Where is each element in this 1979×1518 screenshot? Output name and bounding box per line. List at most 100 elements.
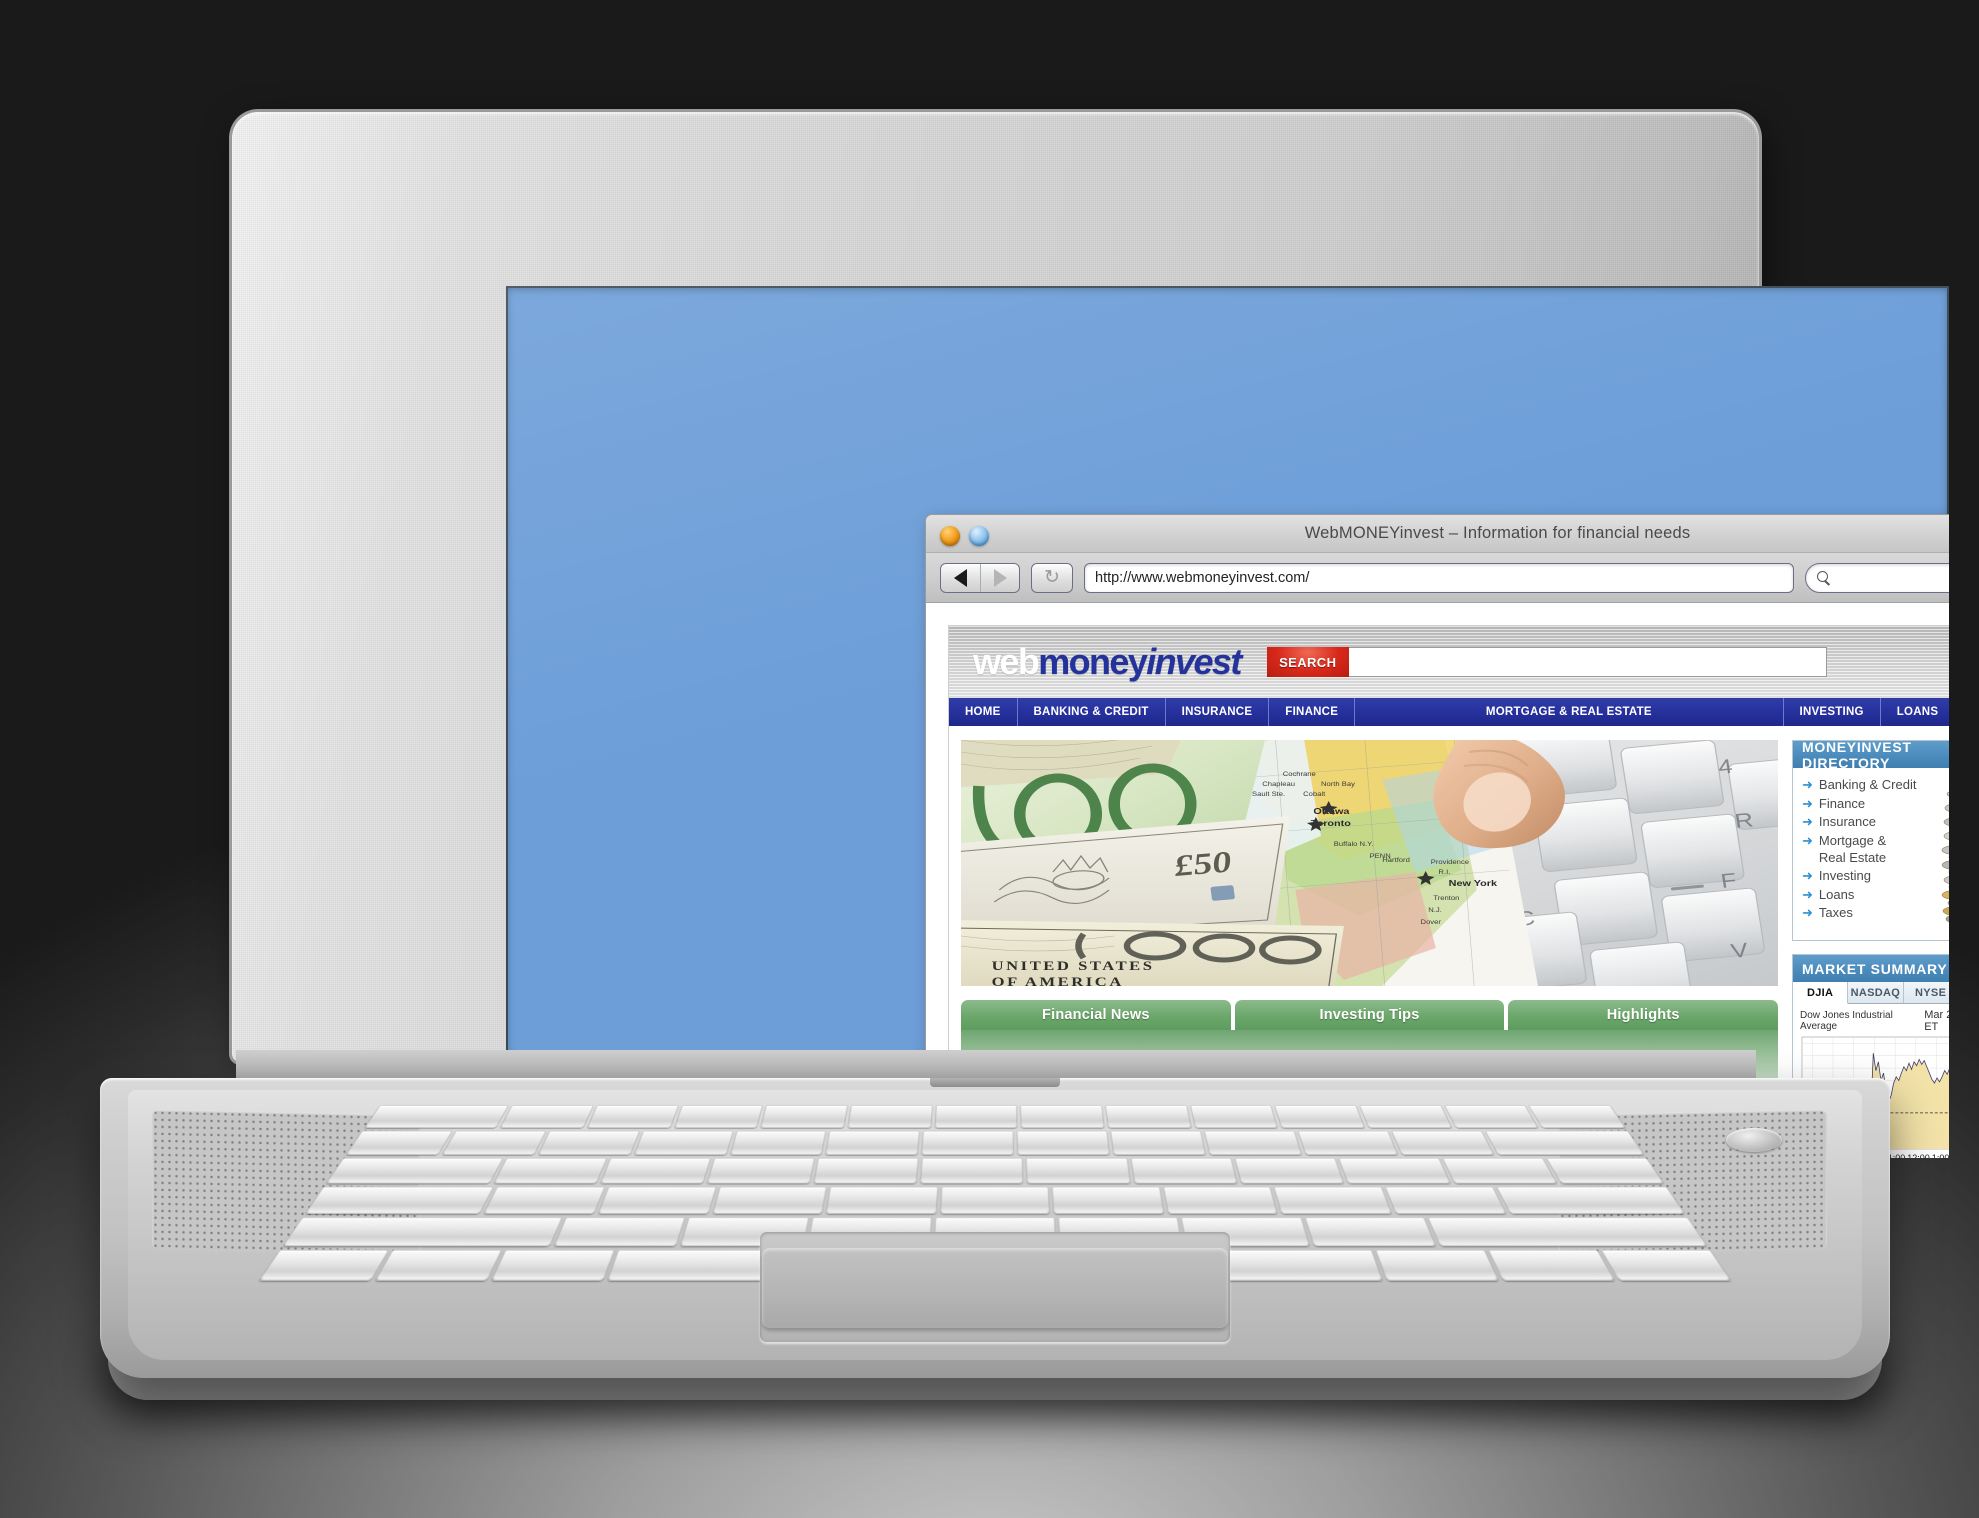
key[interactable]	[1297, 1130, 1399, 1155]
tab-financial-news[interactable]: Financial News	[961, 1000, 1231, 1030]
key[interactable]	[1359, 1105, 1453, 1128]
key[interactable]	[825, 1186, 938, 1214]
command-key[interactable]	[491, 1249, 616, 1281]
key[interactable]	[825, 1130, 921, 1155]
key[interactable]	[493, 1157, 608, 1184]
key[interactable]	[711, 1186, 828, 1214]
directory-item-banking-credit[interactable]: ➜ Banking & Credit	[1802, 777, 1937, 794]
key[interactable]	[441, 1130, 547, 1155]
option-key-right[interactable]	[1487, 1249, 1616, 1281]
site-logo[interactable]: webmoneyinvest	[973, 641, 1242, 683]
tab-djia[interactable]: DJIA	[1793, 982, 1849, 1004]
key[interactable]	[483, 1186, 606, 1214]
browser-titlebar: WebMONEYinvest – Information for financi…	[926, 515, 1949, 553]
key[interactable]	[1441, 1157, 1558, 1184]
directory-item-investing[interactable]: ➜ Investing	[1802, 868, 1937, 885]
browser-search-box[interactable]	[1805, 562, 1949, 593]
key[interactable]	[1110, 1130, 1207, 1155]
key[interactable]	[1189, 1105, 1279, 1128]
key[interactable]	[1130, 1157, 1238, 1184]
svg-text:UNITED STATES: UNITED STATES	[992, 960, 1155, 974]
key[interactable]	[1162, 1186, 1279, 1214]
nav-item-banking-credit[interactable]: BANKING & CREDIT	[1018, 698, 1166, 726]
nav-item-finance[interactable]: FINANCE	[1269, 698, 1356, 726]
key[interactable]	[706, 1157, 816, 1184]
key[interactable]	[673, 1105, 764, 1128]
command-key-right[interactable]	[1374, 1249, 1499, 1281]
key[interactable]	[1020, 1105, 1105, 1128]
nav-item-loans[interactable]: LOANS	[1881, 698, 1949, 726]
nav-item-investing[interactable]: INVESTING	[1784, 698, 1881, 726]
trackpad-button[interactable]	[762, 1248, 1228, 1328]
key[interactable]	[934, 1105, 1018, 1128]
arrow-right-icon: ➜	[1802, 868, 1813, 884]
key[interactable]	[760, 1105, 849, 1128]
search-icon	[1817, 570, 1831, 585]
chart-x-tick: 1:00	[1931, 1153, 1949, 1158]
directory-item-finance[interactable]: ➜ Finance	[1802, 796, 1937, 813]
key[interactable]	[920, 1157, 1024, 1184]
return-key[interactable]	[1495, 1186, 1686, 1214]
key[interactable]	[586, 1105, 679, 1128]
key[interactable]	[1026, 1157, 1131, 1184]
directory-item-insurance[interactable]: ➜ Insurance	[1802, 814, 1937, 831]
tab-investing-tips[interactable]: Investing Tips	[1234, 1000, 1505, 1030]
directory-item-mortgage-real-estate[interactable]: ➜ Mortgage & Real Estate	[1802, 833, 1937, 866]
key[interactable]	[600, 1157, 712, 1184]
key[interactable]	[597, 1186, 717, 1214]
back-button[interactable]	[941, 564, 980, 592]
svg-text:New York: New York	[1449, 879, 1498, 889]
forward-button[interactable]	[980, 563, 1019, 592]
keyboard-row-home	[304, 1186, 1686, 1214]
directory-item-loans[interactable]: ➜ Loans	[1802, 887, 1937, 904]
nav-item-home[interactable]: HOME	[949, 698, 1018, 726]
key[interactable]	[1273, 1186, 1393, 1214]
power-button[interactable]	[1726, 1128, 1782, 1152]
arrow-keys[interactable]	[1600, 1249, 1732, 1281]
shift-key-right[interactable]	[1427, 1217, 1708, 1247]
svg-text:R: R	[1733, 808, 1755, 832]
option-key[interactable]	[374, 1249, 503, 1281]
key[interactable]	[729, 1130, 827, 1155]
reload-button[interactable]: ↻	[1031, 562, 1073, 593]
tab-nasdaq[interactable]: NASDAQ	[1848, 982, 1904, 1003]
key[interactable]	[1304, 1217, 1437, 1247]
key[interactable]	[633, 1130, 734, 1155]
key[interactable]	[1528, 1105, 1626, 1128]
key[interactable]	[1052, 1186, 1165, 1214]
key[interactable]	[921, 1130, 1015, 1155]
key[interactable]	[1016, 1130, 1111, 1155]
chart-timestamp: Mar 2, 2:05pm ET	[1924, 1009, 1949, 1033]
key[interactable]	[1203, 1130, 1303, 1155]
chart-x-tick: 12:00	[1907, 1153, 1930, 1158]
tab-highlights[interactable]: Highlights	[1508, 1000, 1779, 1030]
nav-item-insurance[interactable]: INSURANCE	[1166, 698, 1270, 726]
key[interactable]	[1545, 1157, 1665, 1184]
key[interactable]	[553, 1217, 686, 1247]
key[interactable]	[364, 1105, 510, 1128]
key[interactable]	[939, 1186, 1051, 1214]
key[interactable]	[1337, 1157, 1451, 1184]
key[interactable]	[345, 1130, 453, 1155]
key[interactable]	[1384, 1186, 1507, 1214]
directory-item-taxes[interactable]: ➜ Taxes	[1802, 905, 1937, 922]
key[interactable]	[1443, 1105, 1540, 1128]
caps-lock-key[interactable]	[304, 1186, 495, 1214]
key[interactable]	[1105, 1105, 1192, 1128]
address-bar[interactable]: http://www.webmoneyinvest.com/	[1084, 562, 1794, 593]
site-search-input[interactable]	[1348, 647, 1827, 677]
key[interactable]	[1233, 1157, 1345, 1184]
tab-key[interactable]	[325, 1157, 504, 1184]
key[interactable]	[1274, 1105, 1366, 1128]
backspace-key[interactable]	[1484, 1130, 1645, 1155]
shift-key[interactable]	[282, 1217, 563, 1247]
site-search-button[interactable]: SEARCH	[1266, 647, 1349, 677]
key[interactable]	[1390, 1130, 1495, 1155]
key[interactable]	[847, 1105, 933, 1128]
control-key[interactable]	[258, 1249, 390, 1281]
tab-nyse[interactable]: NYSE	[1903, 982, 1949, 1003]
key[interactable]	[499, 1105, 595, 1128]
nav-item-mortgage-real-estate[interactable]: MORTGAGE & REAL ESTATE	[1355, 698, 1784, 726]
key[interactable]	[537, 1130, 640, 1155]
key[interactable]	[813, 1157, 920, 1184]
